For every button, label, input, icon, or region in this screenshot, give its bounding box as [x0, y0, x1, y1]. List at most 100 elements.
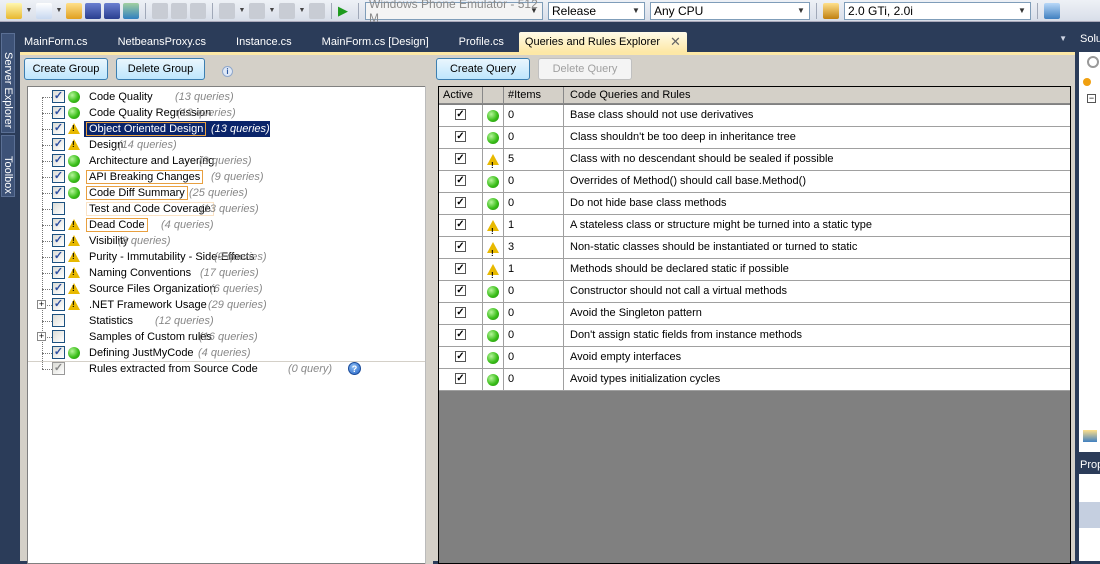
table-row[interactable]: ✓ 0 Do not hide base class methods	[439, 193, 1070, 215]
group-checkbox[interactable]: ✓	[52, 298, 65, 311]
platform-combo[interactable]: Any CPU ▼	[650, 1, 810, 20]
active-checkbox[interactable]: ✓	[455, 175, 466, 186]
toolbox-tab[interactable]: Toolbox	[1, 135, 15, 197]
info-icon[interactable]: i	[222, 66, 233, 77]
tree-node[interactable]: ✓ Naming Conventions (17 queries)	[28, 265, 428, 281]
tab-list-dropdown-icon[interactable]: ▼	[1059, 34, 1067, 43]
tab-queries-and-rules-explorer[interactable]: Queries and Rules Explorer ✕	[518, 32, 687, 52]
save-icon[interactable]	[85, 2, 101, 19]
table-row[interactable]: ✓ 0 Constructor should not call a virtual …	[439, 281, 1070, 303]
table-row[interactable]: ✓ 1 Methods should be declared static if p…	[439, 259, 1070, 281]
tree-node[interactable]: ✓Design(14 queries)	[28, 137, 428, 153]
tab-mainform-cs[interactable]: MainForm.cs	[20, 32, 103, 52]
add-item-icon[interactable]	[36, 2, 52, 19]
chevron-down-icon[interactable]: ▼	[238, 7, 246, 14]
column-header-items[interactable]: #Items	[504, 87, 564, 104]
table-row[interactable]: ✓ 0 Class shouldn't be too deep in inherit…	[439, 127, 1070, 149]
tree-node[interactable]: ✓ API Breaking Changes (9 queries)	[28, 169, 428, 185]
active-checkbox[interactable]: ✓	[455, 197, 466, 208]
table-row[interactable]: ✓ 1 A stateless class or structure might b…	[439, 215, 1070, 237]
find-combo[interactable]: 2.0 GTi, 2.0i ▼	[844, 1, 1031, 20]
active-checkbox[interactable]: ✓	[455, 351, 466, 362]
group-checkbox[interactable]: ✓	[52, 170, 65, 183]
table-row[interactable]: ✓ 0 Avoid the Singleton pattern	[439, 303, 1070, 325]
group-checkbox[interactable]: ✓	[52, 154, 65, 167]
active-checkbox[interactable]: ✓	[455, 329, 466, 340]
tree-node[interactable]: ✓ Code Diff Summary (25 queries)	[28, 185, 428, 201]
group-checkbox[interactable]: ✓	[52, 250, 65, 263]
chevron-down-icon[interactable]: ▼	[25, 7, 33, 14]
table-row[interactable]: ✓ 0 Don't assign static fields from instan…	[439, 325, 1070, 347]
paste-icon[interactable]	[190, 2, 206, 19]
find-in-files-icon[interactable]	[823, 2, 839, 19]
tree-node[interactable]: ✓ Source Files Organization(6 queries)	[28, 281, 428, 297]
table-row[interactable]: ✓ 0 Base class should not use derivatives	[439, 105, 1070, 127]
delete-query-button[interactable]: Delete Query	[538, 58, 632, 80]
group-checkbox[interactable]: ✓	[52, 90, 65, 103]
tree-node[interactable]: ✓ Rules extracted from Source Code (0 quer…	[28, 361, 428, 377]
delete-group-button[interactable]: Delete Group	[116, 58, 205, 80]
active-checkbox[interactable]: ✓	[455, 241, 466, 252]
group-checkbox[interactable]: ✓	[52, 346, 65, 359]
tree-node[interactable]: ✓ Defining JustMyCode (4 queries)	[28, 345, 428, 361]
tab-profile-cs[interactable]: Profile.cs	[444, 32, 519, 52]
table-row[interactable]: ✓ 0 Avoid types initialization cycles	[439, 369, 1070, 391]
expand-icon[interactable]: +	[37, 332, 46, 341]
group-checkbox[interactable]: ✓	[52, 186, 65, 199]
tree-node[interactable]: ✓ Dead Code (4 queries)	[28, 217, 428, 233]
tree-node[interactable]: ✓ Code Quality (13 queries)	[28, 89, 428, 105]
chevron-down-icon[interactable]: ▼	[55, 7, 63, 14]
table-row[interactable]: ✓ 0 Avoid empty interfaces	[439, 347, 1070, 369]
chevron-down-icon[interactable]: ▼	[298, 7, 306, 14]
group-checkbox[interactable]: ✓	[52, 362, 65, 375]
active-checkbox[interactable]: ✓	[455, 285, 466, 296]
chevron-down-icon[interactable]: ▼	[268, 7, 276, 14]
tree-node[interactable]: + ✓ Samples of Custom rules(16 queries)	[28, 329, 428, 345]
device-combo[interactable]: Windows Phone Emulator - 512 M ▼	[365, 0, 543, 25]
tree-node[interactable]: ✓ Code Quality Regression (12 queries)	[28, 105, 428, 121]
new-project-icon[interactable]	[6, 2, 22, 19]
copy-icon[interactable]	[171, 2, 187, 19]
active-checkbox[interactable]: ✓	[455, 131, 466, 142]
collapse-icon[interactable]: −	[1087, 94, 1096, 103]
help-icon[interactable]: ?	[348, 362, 361, 375]
configuration-combo[interactable]: Release ▼	[548, 1, 645, 20]
group-checkbox[interactable]: ✓	[52, 138, 65, 151]
create-group-button[interactable]: Create Group	[24, 58, 108, 80]
solution-explorer-icon[interactable]	[1044, 2, 1060, 19]
group-checkbox[interactable]: ✓	[52, 202, 65, 215]
tree-node[interactable]: ✓ Object Oriented Design (13 queries)	[28, 121, 428, 137]
column-header-status[interactable]	[483, 87, 504, 104]
table-row[interactable]: ✓ 0 Overrides of Method() should call base…	[439, 171, 1070, 193]
active-checkbox[interactable]: ✓	[455, 307, 466, 318]
active-checkbox[interactable]: ✓	[455, 263, 466, 274]
table-row[interactable]: ✓ 5 Class with no descendant should be sea…	[439, 149, 1070, 171]
save-all-icon[interactable]	[104, 2, 120, 19]
active-checkbox[interactable]: ✓	[455, 109, 466, 120]
publish-icon[interactable]	[123, 2, 139, 19]
tab-netbeansproxy-cs[interactable]: NetbeansProxy.cs	[103, 32, 221, 52]
splitter[interactable]	[425, 86, 433, 564]
active-checkbox[interactable]: ✓	[455, 373, 466, 384]
group-checkbox[interactable]: ✓	[52, 106, 65, 119]
tree-node[interactable]: + ✓ .NET Framework Usage(29 queries)	[28, 297, 428, 313]
undo-icon[interactable]	[219, 2, 235, 19]
redo-icon[interactable]	[249, 2, 265, 19]
cut-icon[interactable]	[152, 2, 168, 19]
close-icon[interactable]: ✕	[670, 32, 681, 52]
tree-node[interactable]: ✓ Architecture and Layering (9 queries)	[28, 153, 428, 169]
group-checkbox[interactable]: ✓	[52, 122, 65, 135]
tree-node[interactable]: ✓ Statistics (12 queries)	[28, 313, 428, 329]
refresh-icon[interactable]	[1087, 56, 1099, 68]
server-explorer-tab[interactable]: Server Explorer	[1, 33, 15, 133]
navigate-forward-icon[interactable]	[309, 2, 325, 19]
tab-instance-cs[interactable]: Instance.cs	[221, 32, 307, 52]
active-checkbox[interactable]: ✓	[455, 153, 466, 164]
tree-node[interactable]: ✓Visibility(8 queries)	[28, 233, 428, 249]
group-checkbox[interactable]: ✓	[52, 266, 65, 279]
create-query-button[interactable]: Create Query	[436, 58, 530, 80]
column-header-active[interactable]: Active	[439, 87, 483, 104]
group-checkbox[interactable]: ✓	[52, 314, 65, 327]
active-checkbox[interactable]: ✓	[455, 219, 466, 230]
group-checkbox[interactable]: ✓	[52, 282, 65, 295]
